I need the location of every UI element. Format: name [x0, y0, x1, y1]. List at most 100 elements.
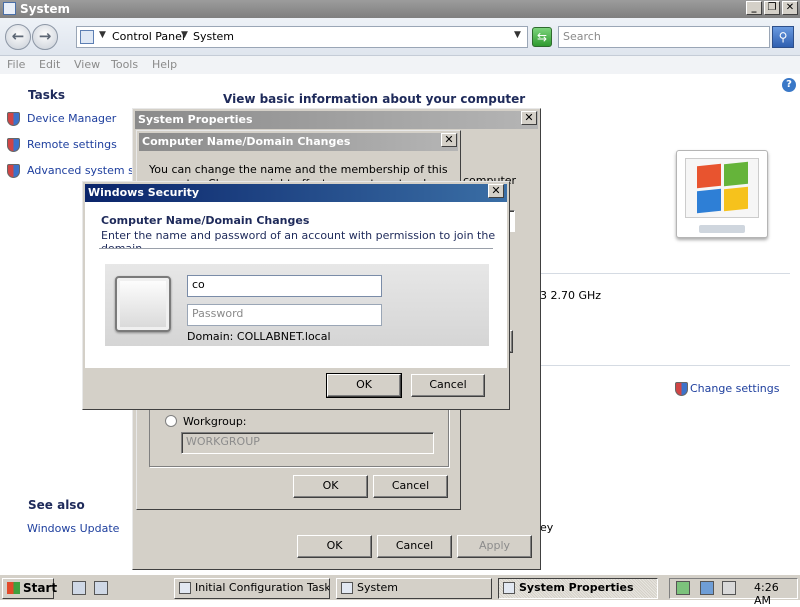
- system-properties-cancel-button[interactable]: Cancel: [377, 535, 452, 558]
- domain-changes-close-button[interactable]: ✕: [441, 133, 457, 147]
- taskbar: Start Initial Configuration Tasks System…: [0, 574, 800, 607]
- menu-help[interactable]: Help: [152, 58, 177, 71]
- minimize-button[interactable]: _: [746, 1, 762, 15]
- windows-security-heading: Computer Name/Domain Changes: [101, 214, 310, 227]
- configuration-icon: [179, 582, 191, 594]
- back-arrow-icon: ←: [11, 27, 25, 45]
- logo-red-pane: [697, 163, 721, 189]
- shield-icon: [675, 382, 688, 396]
- page-title: View basic information about your comput…: [223, 92, 526, 106]
- windows-security-cancel-button[interactable]: Cancel: [411, 374, 485, 397]
- windows-security-close-button[interactable]: ✕: [488, 184, 504, 198]
- taskbar-item-system-properties[interactable]: System Properties: [498, 578, 658, 599]
- workgroup-label: Workgroup:: [183, 415, 247, 428]
- taskbar-item-system[interactable]: System: [336, 578, 492, 599]
- divider: [540, 365, 790, 366]
- system-icon: [341, 582, 353, 594]
- credential-tile[interactable]: co Password Domain: COLLABNET.local: [105, 264, 489, 346]
- breadcrumb-system[interactable]: System: [193, 30, 234, 43]
- domain-changes-ok-button[interactable]: OK: [293, 475, 368, 498]
- refresh-button[interactable]: ⇆: [532, 27, 552, 47]
- workgroup-input[interactable]: WORKGROUP: [181, 432, 434, 454]
- volume-muted-icon[interactable]: [722, 581, 736, 595]
- domain-changes-info-line-1: You can change the name and the membersh…: [149, 163, 448, 176]
- chevron-down-icon[interactable]: ▼: [514, 30, 521, 40]
- windows-update-link[interactable]: Windows Update: [27, 522, 119, 535]
- restore-button[interactable]: ❐: [764, 1, 780, 15]
- search-button[interactable]: ⚲: [772, 26, 794, 48]
- monitor-stand: [699, 225, 745, 233]
- chevron-right-icon[interactable]: ▼: [99, 30, 106, 40]
- main-window-title: System: [20, 2, 70, 16]
- logo-yellow-pane: [724, 186, 748, 212]
- shield-icon: [7, 138, 20, 152]
- windows-flag-icon: [7, 582, 20, 594]
- windows-security-dialog: Windows Security ✕ Computer Name/Domain …: [82, 181, 510, 410]
- system-properties-close-button[interactable]: ✕: [521, 111, 537, 125]
- menu-view[interactable]: View: [74, 58, 100, 71]
- show-desktop-icon[interactable]: [94, 581, 108, 595]
- user-picture-icon: [115, 276, 171, 332]
- search-input[interactable]: Search: [558, 26, 770, 48]
- system-properties-titlebar[interactable]: System Properties: [135, 111, 538, 129]
- remote-settings-link[interactable]: Remote settings: [27, 138, 117, 151]
- credential-area: co Password Domain: COLLABNET.local: [85, 248, 507, 368]
- change-settings-link[interactable]: Change settings: [690, 382, 779, 395]
- help-icon[interactable]: ?: [782, 78, 796, 92]
- menu-edit[interactable]: Edit: [39, 58, 60, 71]
- system-properties-ok-button[interactable]: OK: [297, 535, 372, 558]
- server-manager-icon[interactable]: [72, 581, 86, 595]
- taskbar-item-label: System: [357, 581, 399, 594]
- taskbar-item-label: System Properties: [519, 581, 634, 594]
- logo-blue-pane: [697, 188, 721, 214]
- system-properties-icon: [503, 582, 515, 594]
- windows-logo-image: [676, 150, 768, 238]
- see-also-heading: See also: [28, 498, 85, 512]
- divider: [540, 273, 790, 274]
- divider: [99, 248, 493, 249]
- domain-label: Domain: COLLABNET.local: [187, 330, 331, 343]
- system-properties-apply-button[interactable]: Apply: [457, 535, 532, 558]
- start-label: Start: [23, 581, 58, 595]
- shield-icon: [7, 164, 20, 178]
- breadcrumb-control-panel[interactable]: Control Panel: [112, 30, 185, 43]
- product-key-fragment: ey: [540, 521, 554, 534]
- system-window-icon: [3, 2, 16, 15]
- forward-arrow-icon: →: [38, 27, 52, 45]
- main-window-titlebar[interactable]: System _ ❐ ✕: [0, 0, 800, 18]
- taskbar-item-label: Initial Configuration Tasks: [195, 581, 330, 594]
- menu-bar: File Edit View Tools Help: [0, 56, 800, 74]
- close-button[interactable]: ✕: [782, 1, 798, 15]
- windows-security-titlebar[interactable]: Windows Security: [85, 184, 507, 202]
- username-input[interactable]: co: [187, 275, 382, 297]
- domain-changes-title: Computer Name/Domain Changes: [142, 135, 351, 148]
- windows-security-title: Windows Security: [88, 186, 200, 199]
- taskbar-item-initial-configuration[interactable]: Initial Configuration Tasks: [174, 578, 330, 599]
- device-manager-link[interactable]: Device Manager: [27, 112, 116, 125]
- windows-security-ok-button[interactable]: OK: [326, 373, 402, 398]
- control-panel-icon: [80, 30, 94, 44]
- search-icon: ⚲: [778, 30, 788, 44]
- security-shield-tray-icon[interactable]: [676, 581, 690, 595]
- menu-file[interactable]: File: [7, 58, 25, 71]
- domain-changes-cancel-button[interactable]: Cancel: [373, 475, 448, 498]
- refresh-icon: ⇆: [536, 30, 548, 44]
- domain-changes-titlebar[interactable]: Computer Name/Domain Changes: [139, 133, 458, 151]
- windows-security-header: Computer Name/Domain Changes Enter the n…: [85, 202, 507, 255]
- monitor-screen: [685, 158, 759, 218]
- clock[interactable]: 4:26 AM: [754, 581, 797, 607]
- menu-tools[interactable]: Tools: [111, 58, 138, 71]
- password-input[interactable]: Password: [187, 304, 382, 326]
- address-bar: ← → ▼ Control Panel ▼ System ▼ ⇆ Search …: [0, 18, 800, 56]
- tasks-heading: Tasks: [28, 88, 66, 102]
- start-button[interactable]: Start: [2, 578, 58, 599]
- workgroup-radio[interactable]: [165, 415, 177, 427]
- chevron-right-icon[interactable]: ▼: [181, 30, 188, 40]
- system-properties-title: System Properties: [138, 113, 253, 126]
- breadcrumb[interactable]: ▼ Control Panel ▼ System ▼: [76, 26, 528, 48]
- network-tray-icon[interactable]: [700, 581, 714, 595]
- forward-button[interactable]: →: [32, 24, 58, 50]
- processor-speed: 3 2.70 GHz: [540, 289, 602, 302]
- shield-icon: [7, 112, 20, 126]
- back-button[interactable]: ←: [5, 24, 31, 50]
